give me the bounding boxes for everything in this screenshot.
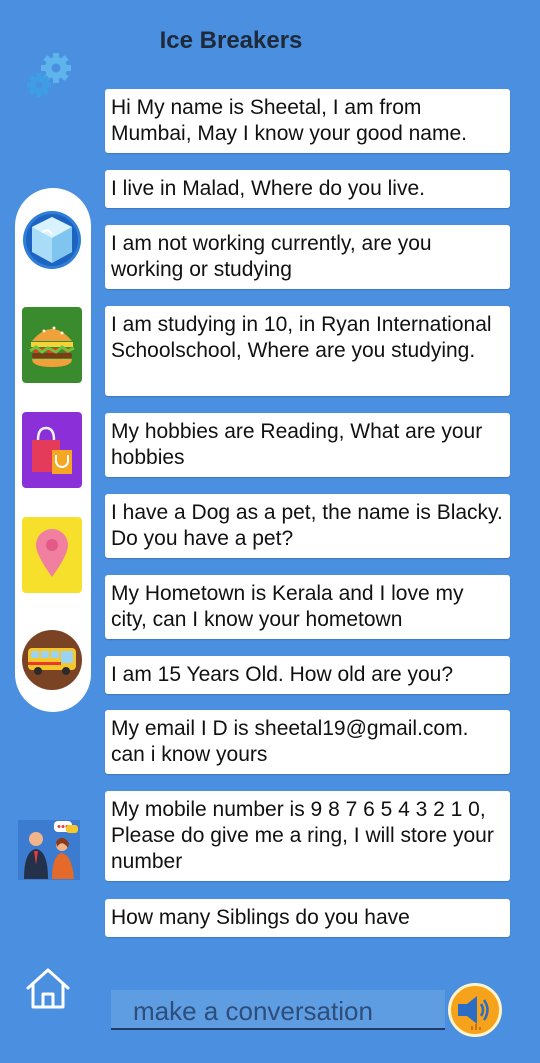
location-pin-icon bbox=[22, 517, 82, 593]
speaker-icon bbox=[458, 996, 489, 1030]
message-bubble[interactable]: I have a Dog as a pet, the name is Black… bbox=[105, 494, 510, 558]
category-places-button[interactable] bbox=[22, 517, 82, 593]
message-bubble[interactable]: My email I D is sheetal19@gmail.com. can… bbox=[105, 710, 510, 774]
home-icon[interactable] bbox=[24, 966, 72, 1010]
message-bubble[interactable]: I am 15 Years Old. How old are you? bbox=[105, 656, 510, 694]
ice-cube-icon bbox=[23, 211, 81, 269]
page-title: Ice Breakers bbox=[159, 27, 303, 54]
message-bubble[interactable]: I am studying in 10, in Ryan Internation… bbox=[105, 306, 510, 396]
burger-icon bbox=[22, 307, 82, 383]
settings-gears-icon[interactable] bbox=[24, 50, 74, 100]
conversation-input[interactable]: make a conversation bbox=[111, 990, 445, 1030]
message-bubble[interactable]: Hi My name is Sheetal, I am from Mumbai,… bbox=[105, 89, 510, 153]
message-bubble[interactable]: I am not working currently, are you work… bbox=[105, 225, 510, 289]
message-bubble[interactable]: How many Siblings do you have bbox=[105, 899, 510, 937]
category-shopping-button[interactable] bbox=[22, 412, 82, 488]
shopping-bag-icon bbox=[22, 412, 82, 488]
message-bubble[interactable]: I live in Malad, Where do you live. bbox=[105, 170, 510, 208]
speak-button[interactable] bbox=[448, 983, 502, 1037]
message-bubble[interactable]: My Hometown is Kerala and I love my city… bbox=[105, 575, 510, 639]
category-travel-button[interactable] bbox=[22, 622, 82, 698]
message-bubble[interactable]: My hobbies are Reading, What are your ho… bbox=[105, 413, 510, 477]
category-ice-button[interactable] bbox=[22, 202, 82, 278]
bus-icon bbox=[22, 630, 82, 690]
category-conversation-button[interactable] bbox=[16, 815, 82, 881]
category-food-button[interactable] bbox=[22, 307, 82, 383]
message-bubble[interactable]: My mobile number is 9 8 7 6 5 4 3 2 1 0,… bbox=[105, 791, 510, 881]
people-talking-icon bbox=[16, 815, 82, 881]
